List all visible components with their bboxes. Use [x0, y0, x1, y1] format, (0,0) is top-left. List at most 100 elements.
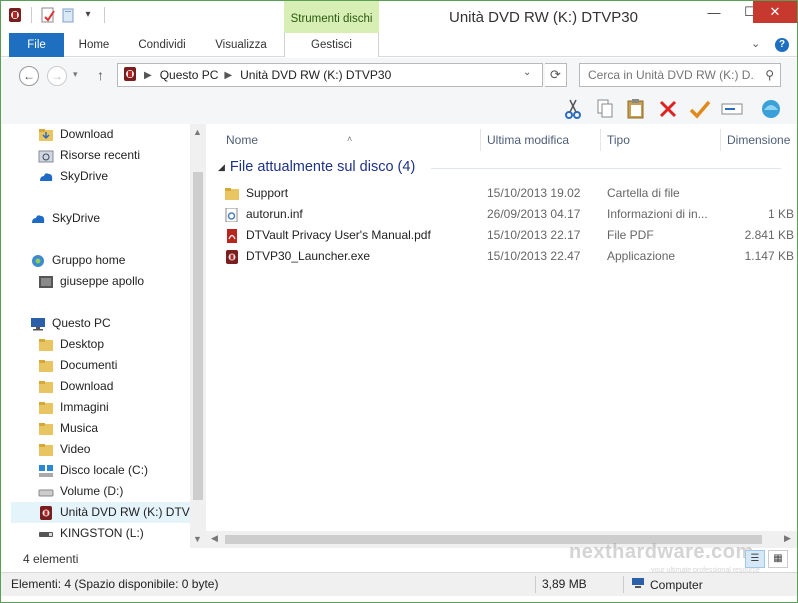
folder-icon	[38, 422, 54, 436]
scroll-up-icon[interactable]: ▲	[193, 127, 202, 137]
file-name: Support	[246, 186, 289, 200]
nav-item-download-pc[interactable]: Download	[38, 376, 113, 397]
search-icon[interactable]: ⚲	[765, 68, 774, 82]
tab-manage[interactable]: Gestisci	[284, 33, 379, 57]
file-row[interactable]: autorun.inf 26/09/2013 04.17 Informazion…	[224, 204, 794, 225]
copy-icon[interactable]	[593, 97, 617, 121]
nav-item-dvd-drive-k[interactable]: Unità DVD RW (K:) DTVP	[11, 502, 198, 523]
scroll-left-icon[interactable]: ◀	[211, 533, 218, 544]
nav-item-label: Volume (D:)	[60, 484, 124, 498]
file-date: 15/10/2013 19.02	[487, 186, 581, 200]
customize-qat-icon[interactable]: ▾	[80, 7, 96, 23]
details-view-icon[interactable]: ☰	[745, 550, 765, 568]
file-name: DTVP30_Launcher.exe	[246, 249, 371, 263]
file-date: 26/09/2013 04.17	[487, 207, 581, 221]
up-arrow-icon[interactable]: ↑	[97, 67, 104, 83]
address-bar[interactable]: ▶ Questo PC ▶ Unità DVD RW (K:) DTVP30	[117, 63, 543, 87]
item-count: 4 elementi	[23, 552, 79, 566]
nav-item-label: Questo PC	[52, 316, 111, 330]
delete-icon[interactable]	[656, 97, 680, 121]
navigation-pane: Download Risorse recenti SkyDrive SkyDri…	[1, 124, 206, 548]
group-heading[interactable]: ◢ File attualmente sul disco (4)	[218, 159, 415, 175]
nav-item-video[interactable]: Video	[38, 439, 90, 460]
column-header-label: Ultima modifica	[487, 133, 570, 147]
nav-item-skydrive-fav[interactable]: SkyDrive	[38, 166, 108, 187]
folder-icon	[38, 338, 54, 352]
refresh-icon[interactable]: ⟳	[545, 63, 567, 87]
file-type: Informazioni di in...	[607, 207, 708, 221]
nav-item-label: Download	[60, 127, 114, 141]
column-header-type[interactable]: Tipo	[587, 129, 721, 151]
nav-item-recent-places[interactable]: Risorse recenti	[38, 145, 140, 166]
scroll-down-icon[interactable]: ▼	[193, 534, 202, 544]
scroll-right-icon[interactable]: ▶	[784, 533, 791, 544]
nav-item-skydrive[interactable]: SkyDrive	[30, 208, 100, 229]
forward-button[interactable]: →	[47, 66, 67, 86]
shell-icon[interactable]	[759, 97, 783, 121]
scissors-icon[interactable]	[561, 97, 585, 121]
large-icons-view-icon[interactable]: ▦	[768, 550, 788, 568]
paste-icon[interactable]	[624, 97, 648, 121]
nav-item-user[interactable]: giuseppe apollo	[38, 271, 144, 292]
search-input[interactable]	[580, 64, 755, 86]
nav-item-local-disk-c[interactable]: Disco locale (C:)	[38, 460, 148, 481]
file-type: Cartella di file	[607, 186, 680, 200]
nav-item-kingston-l[interactable]: KINGSTON (L:)	[38, 523, 144, 544]
nav-item-label: Immagini	[60, 400, 109, 414]
address-bar-row: ← → ▾ ↑ ▶ Questo PC ▶ Unità DVD RW (K:) …	[1, 58, 797, 94]
back-button[interactable]: ←	[19, 66, 39, 86]
file-name: autorun.inf	[246, 207, 303, 221]
nav-pane-scrollbar[interactable]: ▲ ▼	[190, 124, 206, 548]
user-icon	[38, 275, 54, 289]
column-header-modified[interactable]: Ultima modifica	[467, 129, 601, 151]
breadcrumb-dvd-drive[interactable]: Unità DVD RW (K:) DTVP30	[240, 68, 391, 82]
file-size: 1 KB	[767, 207, 794, 221]
properties-icon[interactable]	[40, 7, 56, 23]
qat-separator	[104, 7, 105, 23]
nav-item-volume-d[interactable]: Volume (D:)	[38, 481, 123, 502]
folder-icon	[38, 401, 54, 415]
breadcrumb-chevron-icon[interactable]: ▶	[224, 70, 232, 81]
nav-item-label: SkyDrive	[60, 169, 109, 183]
file-row[interactable]: DTVault Privacy User's Manual.pdf 15/10/…	[224, 225, 794, 246]
expand-ribbon-icon[interactable]: ⌄	[751, 37, 760, 50]
search-box[interactable]: ⚲	[579, 63, 781, 87]
column-header-size[interactable]: Dimensione	[707, 129, 797, 151]
tab-view[interactable]: Visualizza	[204, 33, 278, 57]
file-size: 2.841 KB	[744, 228, 794, 242]
checkmark-icon[interactable]	[688, 97, 712, 121]
tab-home[interactable]: Home	[68, 33, 120, 57]
nav-item-homegroup[interactable]: Gruppo home	[30, 250, 125, 271]
breadcrumb-this-pc[interactable]: Questo PC	[160, 68, 219, 82]
tab-share[interactable]: Condividi	[126, 33, 198, 57]
nav-item-pictures[interactable]: Immagini	[38, 397, 109, 418]
new-folder-icon[interactable]	[60, 7, 76, 23]
context-tab-group-label: Strumenti dischi	[284, 1, 379, 33]
skydrive-icon	[38, 170, 54, 184]
nav-item-documents[interactable]: Documenti	[38, 355, 117, 376]
file-row[interactable]: Support 15/10/2013 19.02 Cartella di fil…	[224, 183, 794, 204]
dtvp-app-icon[interactable]	[7, 7, 23, 23]
status-location-label: Computer	[650, 577, 703, 592]
minimize-button[interactable]: —	[701, 1, 727, 23]
nav-item-download[interactable]: Download	[38, 124, 113, 145]
breadcrumb-chevron-icon[interactable]: ▶	[144, 70, 152, 81]
rename-icon[interactable]	[720, 97, 744, 121]
file-row[interactable]: DTVP30_Launcher.exe 15/10/2013 22.47 App…	[224, 246, 794, 267]
recent-locations-dropdown-icon[interactable]: ▾	[73, 69, 78, 80]
help-icon[interactable]: ?	[775, 38, 789, 52]
nav-item-label: Documenti	[60, 358, 118, 372]
column-header-name[interactable]: ˄ Nome	[206, 129, 481, 151]
nav-item-desktop[interactable]: Desktop	[38, 334, 104, 355]
nav-item-this-pc[interactable]: Questo PC	[30, 313, 111, 334]
address-history-dropdown-icon[interactable]: ⌄	[523, 67, 531, 78]
quick-access-toolbar: ▾	[7, 7, 109, 23]
collapse-group-icon[interactable]: ◢	[218, 162, 225, 173]
file-name-cell: Support	[224, 183, 288, 204]
computer-icon	[631, 577, 645, 592]
nav-item-music[interactable]: Musica	[38, 418, 98, 439]
tab-file[interactable]: File	[9, 33, 64, 57]
scrollbar-thumb[interactable]	[193, 172, 203, 500]
file-type: Applicazione	[607, 249, 676, 263]
close-button[interactable]: ✕	[753, 1, 797, 23]
